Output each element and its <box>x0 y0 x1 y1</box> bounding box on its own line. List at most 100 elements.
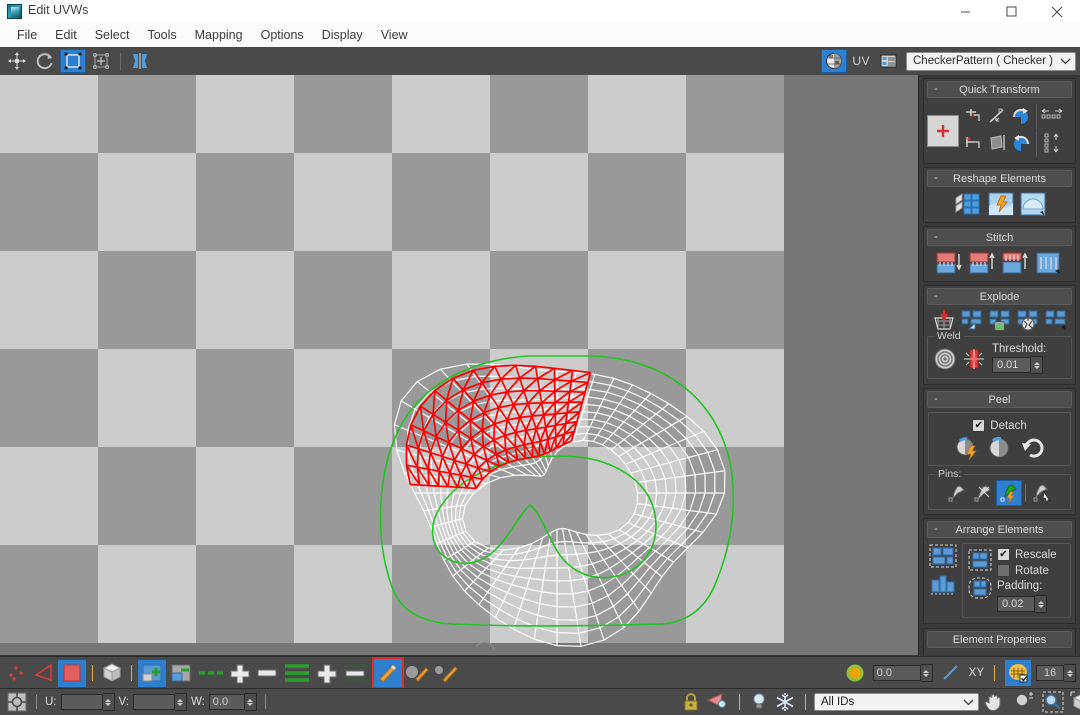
weld-selected[interactable] <box>932 346 958 372</box>
show-map-toggle[interactable] <box>821 49 848 73</box>
menu-tools[interactable]: Tools <box>138 26 185 44</box>
uv-channel-label[interactable]: UV <box>852 54 870 68</box>
menu-edit[interactable]: Edit <box>46 26 86 44</box>
texture-list-button[interactable] <box>875 49 901 73</box>
rollout-header-peel[interactable]: - Peel <box>927 391 1072 408</box>
move-selected-pivot[interactable] <box>927 114 959 147</box>
menu-view[interactable]: View <box>372 26 417 44</box>
rotate-90-ccw[interactable] <box>1009 104 1033 128</box>
u-spinner[interactable] <box>102 693 115 711</box>
threshold-input[interactable]: 0.01 <box>992 357 1031 373</box>
edge-distance-toggle[interactable] <box>938 660 964 686</box>
threshold-spinner[interactable] <box>1031 356 1043 374</box>
detach-checkbox[interactable]: ✔ Detach <box>972 419 1027 432</box>
lock-selection[interactable] <box>680 691 702 713</box>
maximize-button[interactable] <box>988 0 1034 23</box>
select-by-element-add[interactable] <box>138 659 166 687</box>
freeze-elements[interactable] <box>773 691 797 713</box>
paint-brush-options[interactable] <box>432 660 460 686</box>
face-subobject[interactable] <box>58 659 86 687</box>
zoom-region[interactable] <box>1040 691 1066 713</box>
v-input[interactable] <box>132 694 175 710</box>
break-by-smoothing[interactable] <box>1014 308 1041 332</box>
uv-canvas[interactable] <box>0 75 919 655</box>
mirror-tool[interactable] <box>127 49 153 73</box>
transform-center[interactable] <box>6 691 28 713</box>
show-hidden-edges[interactable] <box>748 691 770 713</box>
align-block[interactable] <box>985 131 1009 155</box>
close-button[interactable] <box>1034 0 1080 23</box>
rollout-header-arrange-elements[interactable]: - Arrange Elements <box>927 521 1072 538</box>
rollout-header-quick-transform[interactable]: - Quick Transform <box>927 81 1072 98</box>
u-input[interactable] <box>60 694 103 710</box>
zoom-view[interactable] <box>1011 691 1037 713</box>
map-dropdown[interactable]: CheckerPattern ( Checker ) <box>906 51 1076 71</box>
pan-view[interactable] <box>982 691 1008 713</box>
filter-selected-faces[interactable] <box>705 691 731 713</box>
rollout-header-reshape-elements[interactable]: - Reshape Elements <box>927 170 1072 187</box>
edge-subobject[interactable] <box>31 660 57 686</box>
axis-label[interactable]: XY <box>969 667 984 679</box>
rollout-header-explode[interactable]: - Explode <box>927 288 1072 305</box>
align-to-edge[interactable] <box>985 104 1009 128</box>
texture-seam-display[interactable] <box>1005 660 1031 686</box>
pin-selected[interactable] <box>945 481 969 505</box>
space-horizontal[interactable] <box>1040 104 1064 128</box>
freeform-mode[interactable] <box>88 49 114 73</box>
break-selection[interactable] <box>930 308 957 332</box>
vertex-subobject[interactable] <box>4 660 30 686</box>
stitch-target[interactable] <box>968 250 998 276</box>
soft-selection-falloff[interactable] <box>842 660 868 686</box>
paint-select[interactable] <box>372 657 404 689</box>
paint-soft-sel[interactable] <box>403 660 431 686</box>
align-horizontal[interactable] <box>961 104 985 128</box>
pack-linear[interactable] <box>928 573 958 599</box>
material-id-dropdown[interactable]: All IDs <box>814 693 979 711</box>
pack-custom-b[interactable] <box>967 576 993 600</box>
relax-quick[interactable] <box>987 191 1015 217</box>
space-vertical[interactable] <box>1040 131 1064 155</box>
grid-density-input[interactable]: 16 <box>1036 665 1064 681</box>
peel-reset[interactable] <box>1019 435 1047 461</box>
w-input[interactable]: 0.0 <box>208 694 245 710</box>
menu-select[interactable]: Select <box>86 26 139 44</box>
ring-green[interactable] <box>281 660 313 686</box>
rescale-checkbox[interactable]: ✔ Rescale <box>997 548 1057 561</box>
break-dialog[interactable] <box>1042 308 1069 332</box>
pack-normalize[interactable] <box>928 543 958 569</box>
pack-custom-a[interactable] <box>967 548 993 572</box>
stitch-dialog[interactable] <box>1034 250 1064 276</box>
falloff-spinner[interactable] <box>920 664 933 682</box>
minimize-button[interactable] <box>942 0 988 23</box>
shrink-loop[interactable] <box>254 660 280 686</box>
target-weld[interactable] <box>961 346 987 372</box>
relax-dialog[interactable] <box>1019 191 1047 217</box>
stitch-custom[interactable] <box>1001 250 1031 276</box>
zoom-extents[interactable] <box>1069 691 1080 713</box>
rollout-header-element-properties[interactable]: Element Properties <box>927 631 1072 648</box>
stitch-source[interactable] <box>935 250 965 276</box>
loop-dashed[interactable] <box>196 660 226 686</box>
ring-plus[interactable] <box>314 660 340 686</box>
peel-mode[interactable] <box>986 435 1014 461</box>
rollout-header-stitch[interactable]: - Stitch <box>927 229 1072 246</box>
menu-display[interactable]: Display <box>313 26 372 44</box>
w-spinner[interactable] <box>244 693 257 711</box>
v-spinner[interactable] <box>174 693 187 711</box>
unpin-selected[interactable] <box>971 481 995 505</box>
ring-minus[interactable] <box>341 660 369 686</box>
grid-density-spinner[interactable] <box>1064 664 1076 682</box>
select-by-element-sub[interactable] <box>167 660 195 687</box>
scale-tool[interactable] <box>60 49 86 73</box>
rotate-90-cw[interactable] <box>1009 131 1033 155</box>
quick-peel[interactable] <box>953 435 981 461</box>
grow-loop[interactable] <box>227 660 253 686</box>
rotate-tool[interactable] <box>32 49 58 73</box>
menu-file[interactable]: File <box>8 26 46 44</box>
padding-input[interactable]: 0.02 <box>997 596 1035 612</box>
align-vertical[interactable] <box>961 131 985 155</box>
menu-mapping[interactable]: Mapping <box>186 26 252 44</box>
pin-auto[interactable] <box>996 480 1022 506</box>
filter-pins[interactable] <box>1030 481 1054 505</box>
padding-spinner[interactable] <box>1035 595 1047 613</box>
